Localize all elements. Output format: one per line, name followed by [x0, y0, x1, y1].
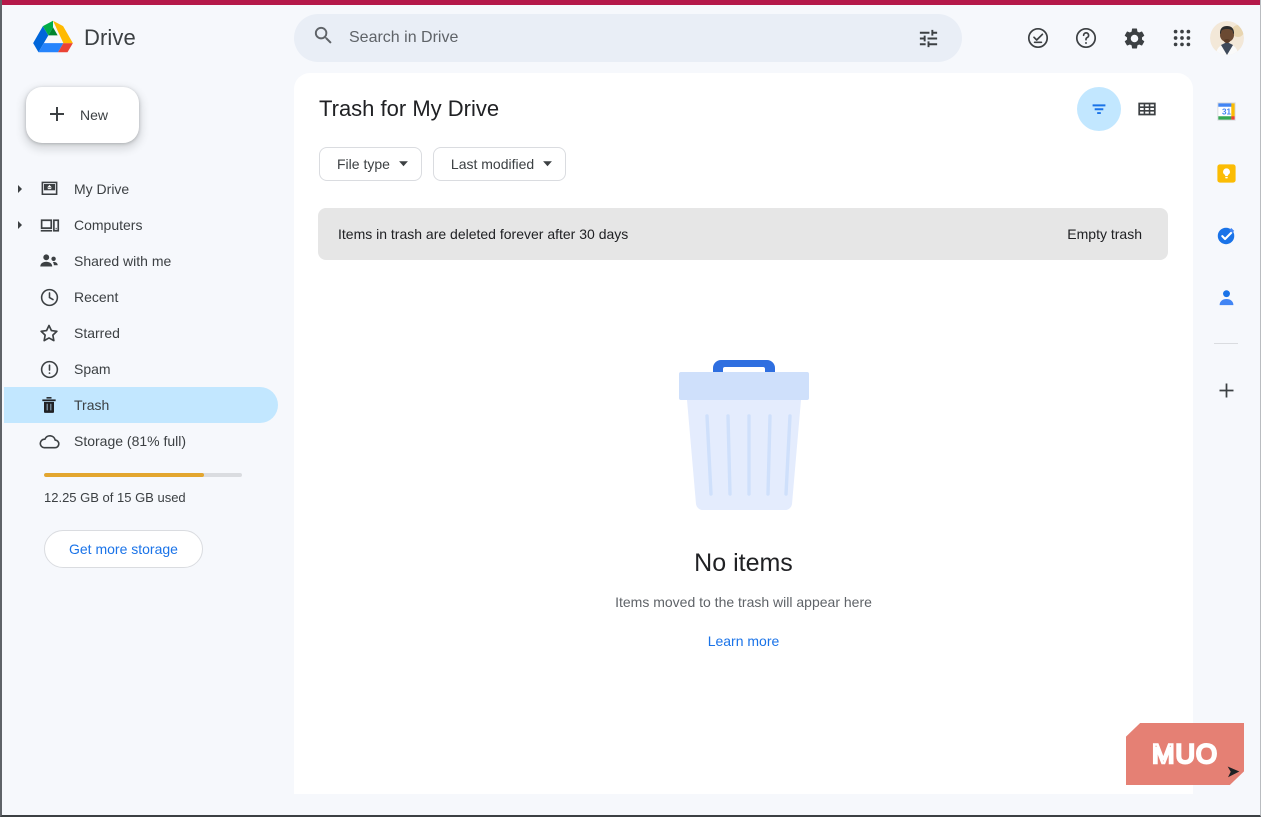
active-tasks-icon[interactable]: [1018, 18, 1058, 58]
sidebar-item-label: Shared with me: [74, 253, 172, 269]
chip-last-modified[interactable]: Last modified: [432, 147, 567, 181]
cloud-icon: [32, 430, 66, 453]
storage-progress-bar: [44, 473, 242, 477]
get-more-storage-button[interactable]: Get more storage: [44, 530, 203, 568]
trash-retention-banner: Items in trash are deleted forever after…: [318, 208, 1168, 260]
browser-window: Drive Search in Drive New My Drive Compu…: [0, 0, 1261, 817]
google-drive-logo: [32, 19, 74, 57]
sidebar-item-label: Recent: [74, 289, 119, 305]
apps-grid-icon[interactable]: [1162, 18, 1202, 58]
sidebar-item-label: Spam: [74, 361, 111, 377]
sidebar-item-starred[interactable]: Starred: [4, 315, 278, 351]
sidebar-item-trash[interactable]: Trash: [4, 387, 278, 423]
expand-caret-icon[interactable]: [8, 184, 32, 194]
header-actions: [1018, 18, 1260, 58]
sidebar-item-label: Trash: [74, 397, 110, 413]
clock-icon: [32, 287, 66, 308]
banner-message: Items in trash are deleted forever after…: [338, 226, 629, 242]
plus-icon: [45, 102, 69, 129]
new-button-label: New: [80, 107, 109, 123]
avatar[interactable]: [1210, 21, 1244, 55]
sidebar-item-my-drive[interactable]: My Drive: [4, 171, 278, 207]
empty-trash-can-illustration: [659, 332, 829, 517]
view-controls: [1077, 87, 1167, 131]
trash-icon: [32, 395, 66, 415]
my-drive-icon: [32, 180, 66, 199]
empty-state: No items Items moved to the trash will a…: [294, 332, 1193, 649]
gear-icon[interactable]: [1114, 18, 1154, 58]
rail-divider: [1214, 343, 1238, 344]
sidebar-nav: My Drive Computers Shared with me Recent…: [4, 171, 294, 459]
plus-icon[interactable]: [1206, 370, 1246, 410]
filter-icon[interactable]: [1077, 87, 1121, 131]
google-calendar-icon[interactable]: 31: [1206, 91, 1246, 131]
app-header: Drive: [4, 5, 1260, 71]
page-title: Trash for My Drive: [319, 96, 500, 121]
new-button[interactable]: New: [26, 87, 139, 143]
sidebar-item-label: Starred: [74, 325, 120, 341]
grid-view-icon[interactable]: [1127, 89, 1167, 129]
search-input[interactable]: [349, 29, 894, 47]
google-contacts-icon[interactable]: [1206, 277, 1246, 317]
main-header: Trash for My Drive: [294, 73, 1193, 145]
google-tasks-icon[interactable]: [1206, 215, 1246, 255]
learn-more-link[interactable]: Learn more: [708, 633, 780, 649]
storage-progress-fill: [44, 473, 205, 477]
spam-icon: [32, 359, 66, 380]
chip-label: File type: [337, 156, 390, 172]
search-bar[interactable]: [294, 14, 962, 62]
empty-state-subtitle: Items moved to the trash will appear her…: [615, 594, 872, 610]
svg-text:31: 31: [1221, 107, 1231, 116]
google-keep-icon[interactable]: [1206, 153, 1246, 193]
brand-name: Drive: [84, 25, 136, 50]
sidebar-item-computers[interactable]: Computers: [4, 207, 278, 243]
main-content-card: Trash for My Drive File type Last modifi…: [294, 73, 1193, 794]
storage-section: 12.25 GB of 15 GB used Get more storage: [4, 473, 294, 568]
chip-file-type[interactable]: File type: [319, 147, 422, 181]
sidebar-item-spam[interactable]: Spam: [4, 351, 278, 387]
empty-state-title: No items: [694, 549, 793, 577]
expand-caret-icon[interactable]: [8, 220, 32, 230]
filter-chips: File type Last modified: [294, 147, 1193, 181]
sidebar-item-recent[interactable]: Recent: [4, 279, 278, 315]
sidebar: New My Drive Computers Shared with me Re…: [4, 71, 294, 813]
shared-with-me-icon: [32, 250, 66, 272]
sidebar-item-label: My Drive: [74, 181, 130, 197]
storage-usage-text: 12.25 GB of 15 GB used: [44, 490, 186, 505]
sidebar-item-label: Computers: [74, 217, 143, 233]
help-icon[interactable]: [1066, 18, 1106, 58]
search-area: [294, 14, 1018, 62]
tune-options-icon[interactable]: [908, 18, 948, 58]
empty-trash-button[interactable]: Empty trash: [1067, 226, 1142, 242]
chip-label: Last modified: [450, 156, 535, 172]
chevron-down-icon: [542, 156, 553, 172]
sidebar-item-label: Storage (81% full): [74, 433, 187, 449]
sidebar-item-storage[interactable]: Storage (81% full): [4, 423, 278, 459]
chevron-down-icon: [398, 156, 409, 172]
sidebar-item-shared-with-me[interactable]: Shared with me: [4, 243, 278, 279]
star-icon: [32, 322, 66, 344]
brand-area[interactable]: Drive: [4, 19, 294, 57]
computers-icon: [32, 215, 66, 236]
side-apps-rail: 31: [1193, 73, 1259, 813]
search-icon: [312, 24, 335, 52]
